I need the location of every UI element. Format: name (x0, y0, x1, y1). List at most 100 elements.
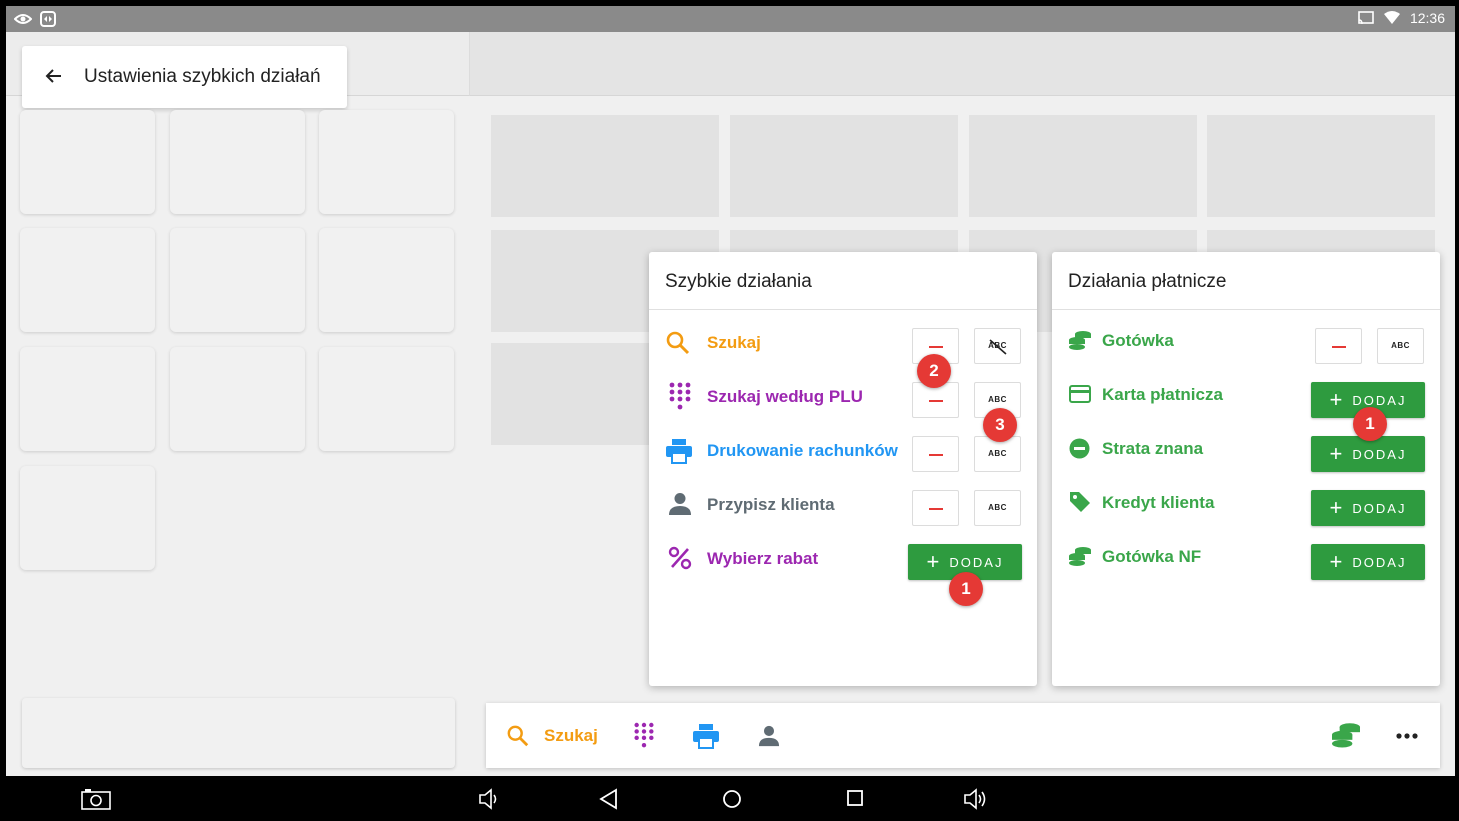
app-window: 12:36 Ustawienia szybkich działań Szybki… (6, 6, 1455, 821)
search-icon (507, 725, 529, 746)
quick-tile-slot[interactable] (170, 347, 305, 451)
annotation-badge: 1 (1353, 407, 1387, 441)
wifi-icon (1383, 11, 1400, 24)
status-time: 12:36 (1409, 10, 1445, 26)
product-tile-slot[interactable] (730, 115, 958, 217)
payment-action-row: Kredyt klienta + DODAJ (1052, 490, 1440, 544)
product-tile-slot[interactable] (491, 115, 719, 217)
cash-stack-icon (1069, 547, 1091, 566)
add-label: DODAJ (1352, 500, 1407, 516)
add-label: DODAJ (1352, 392, 1407, 408)
quick-action-toolbar: Szukaj (486, 703, 1440, 768)
printer-icon (693, 723, 719, 749)
quick-action-label: Szukaj według PLU (707, 387, 863, 406)
payment-action-label: Kredyt klienta (1102, 493, 1215, 512)
tag-icon (1070, 492, 1090, 512)
payment-action-row: Gotówka ABC (1052, 328, 1440, 382)
quick-tile-slot[interactable] (20, 466, 155, 570)
quick-actions-panel: Szybkie działania Szukaj ABC Szukaj wedł… (649, 252, 1037, 686)
page-title: Ustawienia szybkich działań (84, 66, 321, 87)
annotation-badge: 1 (949, 572, 983, 606)
plus-icon: + (926, 549, 940, 574)
toolbar-print-button[interactable] (692, 703, 720, 768)
volume-up-icon[interactable] (963, 788, 989, 810)
payment-actions-panel: Działania płatnicze Gotówka ABC Karta pł… (1052, 252, 1440, 686)
minus-circle-icon (1069, 438, 1090, 459)
bottom-left-bar (22, 698, 455, 768)
home-icon[interactable] (721, 788, 743, 810)
quick-action-row: Przypisz klienta ABC (649, 490, 1037, 544)
percent-icon (668, 546, 692, 570)
remove-button[interactable] (1315, 328, 1362, 364)
quick-action-row: Drukowanie rachunków ABC (649, 436, 1037, 490)
payment-action-label: Karta płatnicza (1102, 385, 1223, 404)
quick-action-row: Szukaj ABC (649, 328, 1037, 382)
toolbar-search-button[interactable]: Szukaj (506, 703, 598, 768)
volume-down-icon[interactable] (478, 788, 500, 810)
recent-apps-icon[interactable] (846, 789, 864, 807)
quick-tile-slot[interactable] (319, 110, 454, 214)
add-label: DODAJ (949, 554, 1004, 570)
remove-button[interactable] (912, 436, 959, 472)
add-button[interactable]: + DODAJ (1311, 544, 1425, 580)
quick-tile-slot[interactable] (20, 347, 155, 451)
quick-tile-slot[interactable] (170, 110, 305, 214)
person-icon (758, 725, 780, 746)
status-bar: 12:36 (6, 6, 1455, 32)
quick-action-label: Przypisz klienta (707, 495, 835, 514)
cash-stack-icon (1332, 722, 1360, 747)
add-button[interactable]: + DODAJ (1311, 490, 1425, 526)
label-toggle-button[interactable]: ABC (974, 328, 1021, 364)
quick-tile-slot[interactable] (20, 110, 155, 214)
quick-action-label: Wybierz rabat (707, 549, 819, 568)
product-tile-slot[interactable] (969, 115, 1197, 217)
eye-icon (14, 14, 32, 24)
more-horizontal-icon (1396, 732, 1418, 739)
quick-tile-slot[interactable] (20, 228, 155, 332)
credit-card-icon (1069, 385, 1091, 403)
printer-icon (666, 439, 692, 464)
plus-icon: + (1329, 495, 1343, 520)
plus-icon: + (1329, 441, 1343, 466)
plus-icon: + (1329, 387, 1343, 412)
toolbar-client-button[interactable] (758, 703, 780, 768)
payment-action-label: Gotówka NF (1102, 547, 1202, 566)
label-toggle-button[interactable]: ABC (1377, 328, 1424, 364)
back-icon[interactable] (598, 788, 618, 810)
payment-action-row: Strata znana + DODAJ (1052, 436, 1440, 490)
add-button[interactable]: + DODAJ (1311, 436, 1425, 472)
search-icon (666, 331, 690, 355)
dialpad-icon (669, 382, 691, 410)
remove-button[interactable] (912, 490, 959, 526)
label-toggle-button[interactable]: ABC (974, 490, 1021, 526)
cash-stack-icon (1069, 331, 1091, 350)
payment-action-row: Gotówka NF + DODAJ (1052, 544, 1440, 598)
payment-action-label: Gotówka (1102, 331, 1174, 350)
quick-actions-title: Szybkie działania (649, 252, 1037, 310)
quick-action-label: Drukowanie rachunków (707, 441, 898, 460)
toolbar-plu-button[interactable] (633, 703, 655, 768)
add-label: DODAJ (1352, 446, 1407, 462)
quick-action-row: Szukaj według PLU ABC (649, 382, 1037, 436)
quick-action-label: Szukaj (707, 333, 761, 352)
payment-actions-title: Działania płatnicze (1052, 252, 1440, 310)
person-icon (669, 493, 691, 515)
payment-action-label: Strata znana (1102, 439, 1204, 458)
strikethrough-icon (989, 339, 1007, 355)
back-arrow-icon[interactable] (22, 64, 84, 90)
right-app-bar (470, 32, 1455, 96)
toolbar-more-button[interactable] (1396, 703, 1418, 768)
navigation-bar (6, 776, 1455, 821)
settings-title-card: Ustawienia szybkich działań (22, 46, 347, 108)
quick-tile-slot[interactable] (170, 228, 305, 332)
toolbar-cash-button[interactable] (1330, 703, 1362, 768)
plus-icon: + (1329, 549, 1343, 574)
add-label: DODAJ (1352, 554, 1407, 570)
teamviewer-icon (40, 11, 56, 27)
annotation-badge: 3 (983, 408, 1017, 442)
cast-icon (1358, 11, 1374, 25)
quick-tile-slot[interactable] (319, 228, 454, 332)
screenshot-icon[interactable] (81, 788, 111, 810)
product-tile-slot[interactable] (1207, 115, 1435, 217)
quick-tile-slot[interactable] (319, 347, 454, 451)
